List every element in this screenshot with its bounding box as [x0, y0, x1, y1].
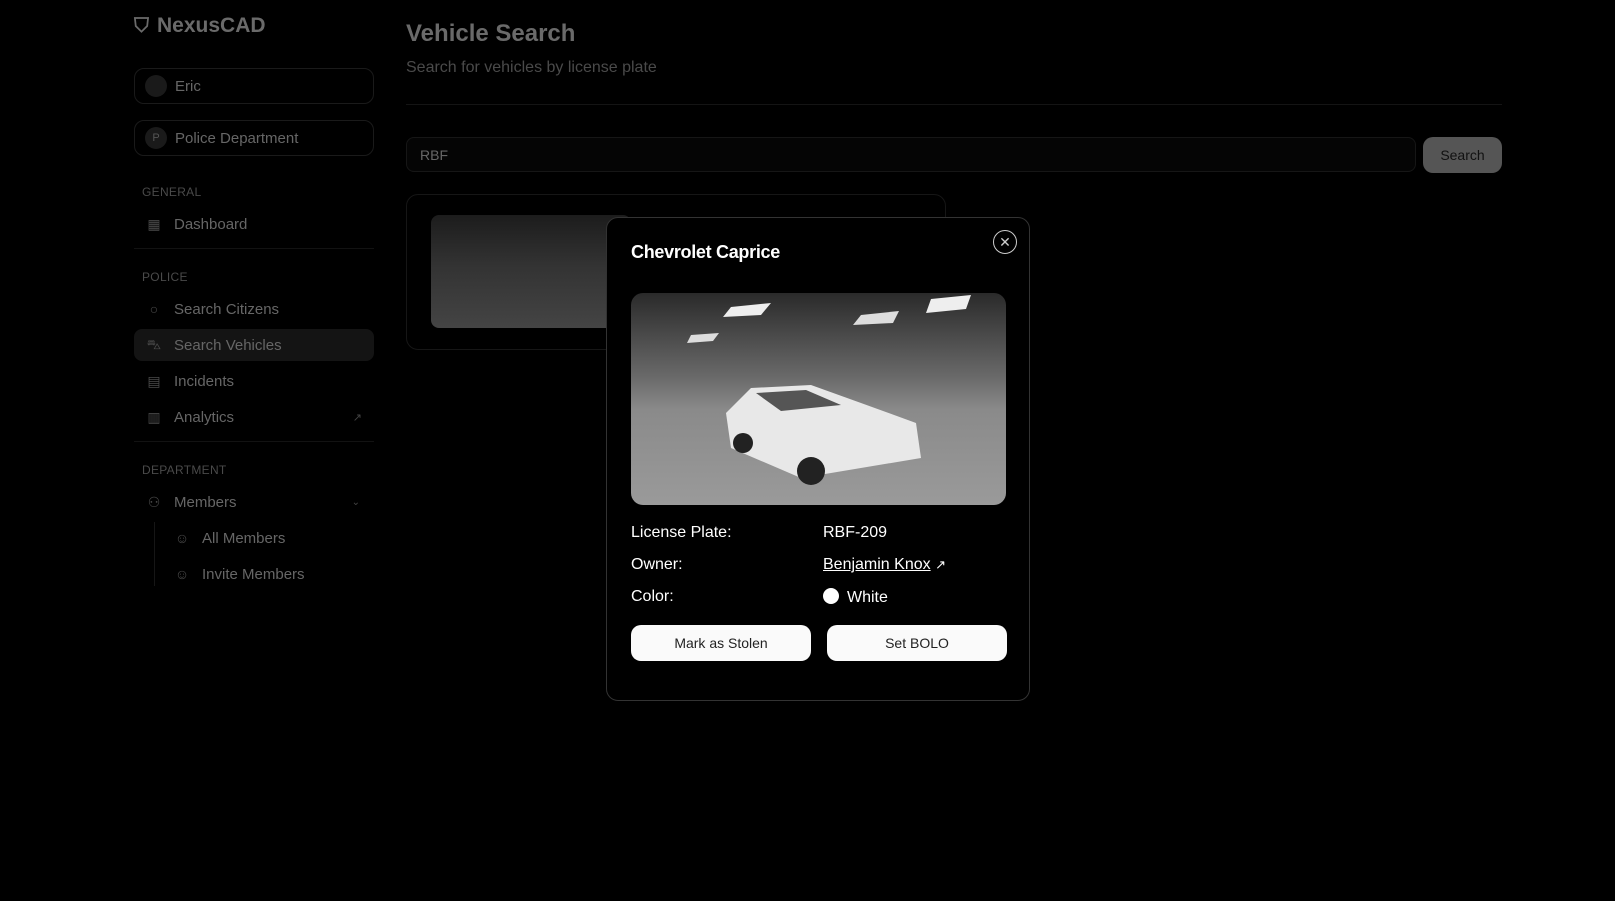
set-bolo-button[interactable]: Set BOLO: [827, 625, 1007, 661]
grid-icon: ▦: [147, 215, 161, 232]
section-general: GENERAL: [142, 185, 202, 199]
page-title: Vehicle Search: [406, 20, 576, 47]
page-subtitle: Search for vehicles by license plate: [406, 59, 657, 76]
user-selector[interactable]: Eric: [134, 68, 374, 104]
mark-as-stolen-button[interactable]: Mark as Stolen: [631, 625, 811, 661]
license-plate-search-input[interactable]: [406, 137, 1416, 172]
license-plate-value: RBF-209: [823, 524, 888, 541]
chevron-down-icon: ⌄: [351, 496, 360, 508]
search-icon: ○: [149, 301, 159, 317]
owner-link[interactable]: Benjamin Knox: [823, 556, 931, 573]
department-avatar: P: [145, 127, 167, 149]
sidebar-item-incidents[interactable]: ▤ Incidents: [134, 365, 374, 397]
vehicle-details-modal: Chevrolet Caprice ✕ License Plate: RBF-20…: [606, 217, 1030, 701]
clipboard-icon: ▤: [147, 372, 161, 389]
sidebar-item-search-vehicles[interactable]: ⛍ Search Vehicles: [134, 329, 374, 361]
label: Search Vehicles: [174, 336, 282, 354]
department-name: Police Department: [175, 129, 299, 147]
label: Invite Members: [202, 565, 305, 583]
user-icon: ☺: [174, 530, 190, 546]
bar-chart-icon: ▥: [147, 408, 161, 425]
sidebar-item-all-members[interactable]: ☺ All Members: [162, 522, 374, 554]
close-icon[interactable]: ✕: [993, 230, 1017, 254]
label: Members: [174, 493, 237, 511]
search-button[interactable]: Search: [1423, 137, 1502, 173]
sidebar-item-dashboard[interactable]: ▦ Dashboard: [134, 208, 374, 240]
label: Color:: [631, 588, 674, 605]
user-plus-icon: ☺: [174, 566, 190, 582]
divider: [406, 104, 1502, 105]
modal-title: Chevrolet Caprice: [631, 242, 780, 262]
color-value: White: [847, 589, 888, 606]
label: Search Citizens: [174, 300, 280, 318]
label: Analytics: [174, 408, 235, 426]
external-link-icon: ↗: [935, 557, 946, 572]
label: Dashboard: [174, 215, 248, 233]
license-plate-row: License Plate: RBF-209: [631, 524, 1011, 542]
vehicle-photo: [631, 293, 1006, 505]
avatar: [145, 75, 167, 97]
app-name: NexusCAD: [157, 14, 266, 37]
divider: [134, 248, 374, 249]
external-link-icon: ↗: [352, 411, 362, 424]
vehicle-image: [687, 295, 971, 485]
users-icon: ⚇: [147, 493, 161, 510]
sidebar-item-invite-members[interactable]: ☺ Invite Members: [162, 558, 374, 590]
divider: [134, 441, 374, 442]
label: Owner:: [631, 556, 683, 573]
color-row: Color: White: [631, 588, 1011, 607]
section-police: POLICE: [142, 270, 188, 284]
car-icon: ⛍: [146, 335, 162, 352]
owner-row: Owner: Benjamin Knox ↗: [631, 556, 1011, 574]
user-name: Eric: [175, 77, 201, 95]
label: All Members: [202, 529, 286, 547]
sidebar-item-search-citizens[interactable]: ○ Search Citizens: [134, 293, 374, 325]
section-department: DEPARTMENT: [142, 463, 227, 477]
badge-icon: ⛉: [134, 14, 149, 37]
label: License Plate:: [631, 524, 732, 541]
color-swatch: [823, 588, 839, 604]
sidebar-item-members[interactable]: ⚇ Members ⌄: [134, 486, 374, 518]
vehicle-thumbnail: [431, 215, 631, 328]
logo[interactable]: ⛉ NexusCAD: [134, 14, 266, 38]
sidebar-item-analytics[interactable]: ▥ Analytics ↗: [134, 401, 374, 433]
tree-line: [154, 522, 155, 586]
department-selector[interactable]: P Police Department: [134, 120, 374, 156]
label: Incidents: [174, 372, 235, 390]
